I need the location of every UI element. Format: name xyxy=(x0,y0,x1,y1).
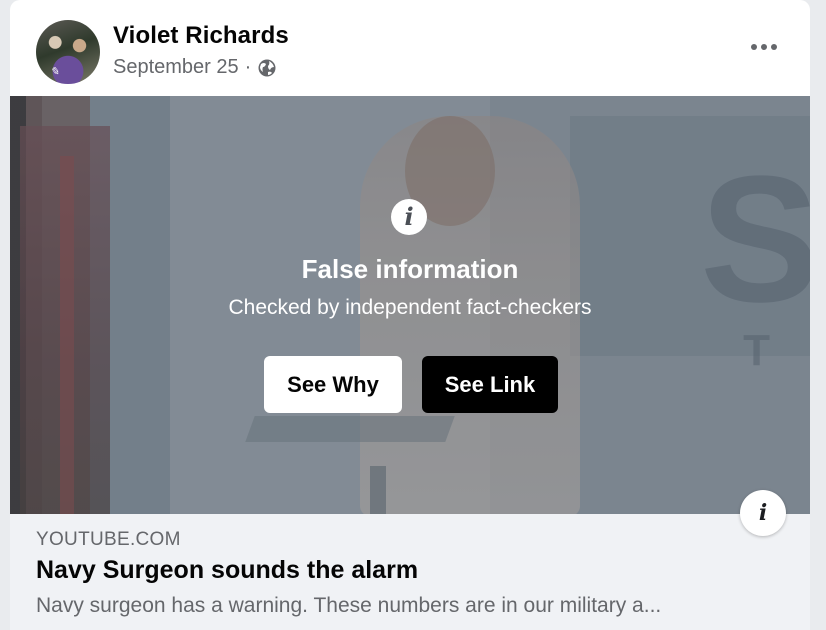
post-date[interactable]: September 25 xyxy=(113,56,239,79)
blurred-media[interactable]: S T i False information Checked by indep… xyxy=(10,96,810,514)
more-options-button[interactable] xyxy=(744,30,784,64)
info-icon: i xyxy=(758,500,768,526)
globe-icon[interactable] xyxy=(257,58,277,78)
warning-title: False information xyxy=(301,254,519,284)
warning-subtitle: Checked by independent fact-checkers xyxy=(228,296,592,319)
author-avatar[interactable]: ✎ xyxy=(36,20,100,84)
post-header: ✎ Violet Richards September 25 · xyxy=(10,0,810,96)
meta-separator: · xyxy=(244,56,252,78)
more-dot xyxy=(771,44,777,50)
see-why-button[interactable]: See Why xyxy=(264,356,402,413)
see-link-button[interactable]: See Link xyxy=(422,356,558,413)
feed-post: ✎ Violet Richards September 25 · S T i F… xyxy=(10,0,810,630)
link-preview[interactable]: YOUTUBE.COM Navy Surgeon sounds the alar… xyxy=(10,514,810,630)
link-title[interactable]: Navy Surgeon sounds the alarm xyxy=(36,556,418,585)
info-icon: i xyxy=(391,199,427,235)
link-description: Navy surgeon has a warning. These number… xyxy=(36,594,662,617)
fact-check-overlay: i False information Checked by independe… xyxy=(10,96,810,514)
link-domain: YOUTUBE.COM xyxy=(36,529,181,550)
link-info-button[interactable]: i xyxy=(740,490,786,536)
avatar-signature: ✎ xyxy=(50,65,60,78)
author-name[interactable]: Violet Richards xyxy=(113,22,289,50)
more-dot xyxy=(751,44,757,50)
more-dot xyxy=(761,44,767,50)
post-meta: September 25 · xyxy=(113,56,277,79)
